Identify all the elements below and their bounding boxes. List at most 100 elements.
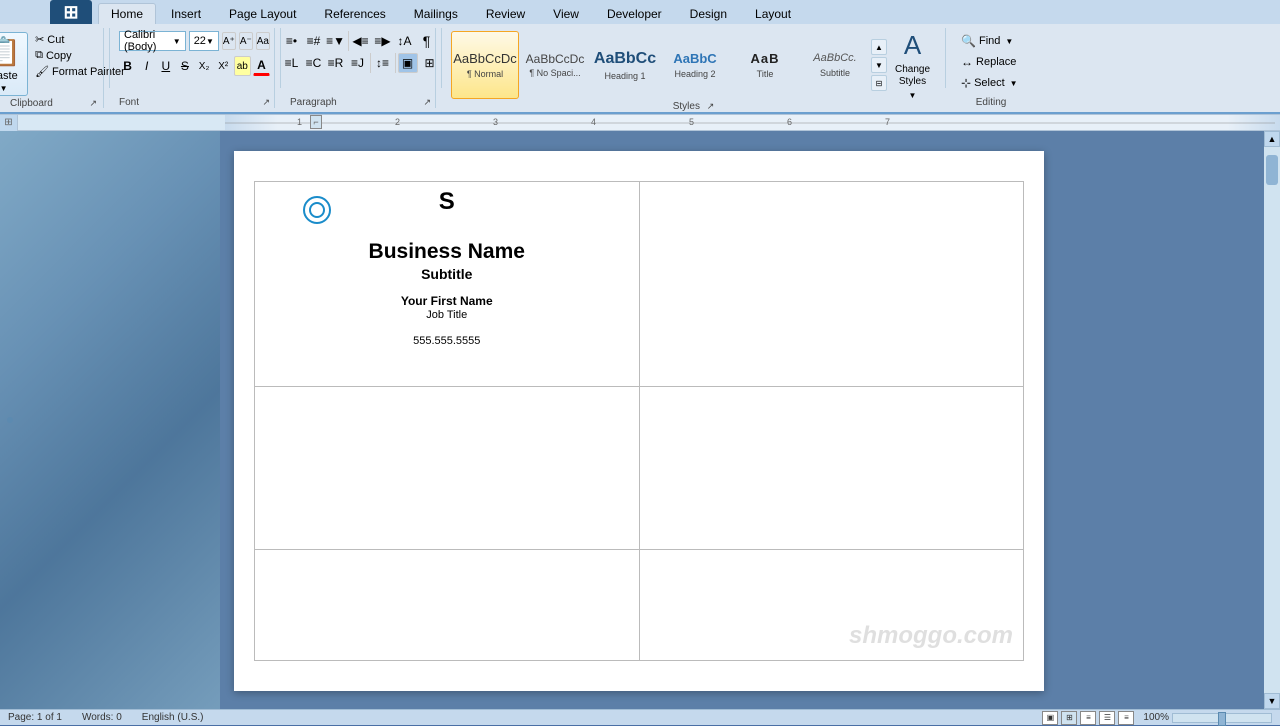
font-content: Calibri (Body) ▼ 22 ▼ A⁺ A⁻ Aa B I U S xyxy=(119,28,270,78)
replace-button[interactable]: ↔ Replace xyxy=(957,53,1025,71)
tab-references[interactable]: References xyxy=(311,3,398,24)
select-button[interactable]: ⊹ Select ▼ xyxy=(957,74,1025,92)
size-dropdown-arrow: ▼ xyxy=(206,37,214,46)
tab-mailings[interactable]: Mailings xyxy=(401,3,471,24)
highlight-button[interactable]: ab xyxy=(234,56,251,76)
style-heading2[interactable]: AaBbC Heading 2 xyxy=(661,31,729,99)
change-styles-arrow: ▼ xyxy=(909,91,917,100)
styles-expand-icon[interactable]: ↗ xyxy=(707,101,715,111)
tab-developer[interactable]: Developer xyxy=(594,3,675,24)
paste-label: Paste xyxy=(0,70,18,82)
ruler-marker-5: 5 xyxy=(689,117,694,127)
tab-home[interactable]: Home xyxy=(98,3,156,24)
show-marks-button[interactable]: ¶ xyxy=(417,31,437,51)
card-phone: 555.555.5555 xyxy=(265,335,629,347)
italic-button[interactable]: I xyxy=(138,56,155,76)
ruler-marker-6: 6 xyxy=(787,117,792,127)
subscript-button[interactable]: X₂ xyxy=(196,56,213,76)
select-icon: ⊹ xyxy=(961,76,971,90)
card-cell-middle-left[interactable] xyxy=(255,386,640,550)
style-h1-label: Heading 1 xyxy=(604,71,645,81)
card-cell-bottom-left[interactable] xyxy=(255,550,640,661)
card-logo-inner xyxy=(309,202,325,218)
line-spacing-button[interactable]: ↕≡ xyxy=(373,53,393,73)
underline-button[interactable]: U xyxy=(157,56,174,76)
bullets-button[interactable]: ≡• xyxy=(282,31,302,51)
tab-page-layout[interactable]: Page Layout xyxy=(216,3,309,24)
web-layout-button[interactable]: ≡ xyxy=(1080,711,1096,725)
font-shrink-button[interactable]: A⁻ xyxy=(239,32,253,50)
paste-dropdown-arrow: ▼ xyxy=(0,84,8,93)
font-family-dropdown[interactable]: Calibri (Body) ▼ xyxy=(119,31,186,51)
align-right-button[interactable]: ≡R xyxy=(326,53,346,73)
watermark: shmoggo.com xyxy=(849,622,1013,650)
card-cell-top-right[interactable] xyxy=(639,182,1024,387)
page-info: Page: 1 of 1 xyxy=(8,712,62,723)
find-arrow: ▼ xyxy=(1005,37,1013,46)
style-heading1[interactable]: AaBbCc Heading 1 xyxy=(591,31,659,99)
style-normal[interactable]: AaBbCcDc ¶ Normal xyxy=(451,31,519,99)
multilevel-button[interactable]: ≡▼ xyxy=(326,31,346,51)
scroll-thumb[interactable] xyxy=(1266,155,1278,185)
styles-scroll-up[interactable]: ▲ xyxy=(871,39,887,55)
indent-more-button[interactable]: ≡▶ xyxy=(373,31,393,51)
tab-insert[interactable]: Insert xyxy=(158,3,214,24)
card-cell-bottom-right[interactable]: shmoggo.com xyxy=(639,550,1024,661)
styles-scroll-down[interactable]: ▼ xyxy=(871,57,887,73)
paste-button[interactable]: 📋 Paste ▼ xyxy=(0,32,28,96)
copy-button[interactable]: ⧉ Copy xyxy=(32,48,128,63)
bold-button[interactable]: B xyxy=(119,56,136,76)
style-title[interactable]: AaB Title xyxy=(731,31,799,99)
font-grow-button[interactable]: A⁺ xyxy=(222,32,236,50)
indent-less-button[interactable]: ◀≡ xyxy=(351,31,371,51)
style-h2-preview: AaBbC xyxy=(673,51,716,67)
page-container[interactable]: S Business Name Subtitle Your First Name… xyxy=(14,131,1264,709)
format-painter-button[interactable]: 🖌 Format Painter xyxy=(32,64,128,79)
tab-stop-indicator[interactable]: ⌐ xyxy=(310,115,322,129)
borders-button[interactable]: ⊞ xyxy=(420,53,440,73)
tab-review[interactable]: Review xyxy=(473,3,538,24)
sort-button[interactable]: ↕A xyxy=(395,31,415,51)
font-size-dropdown[interactable]: 22 ▼ xyxy=(189,31,219,51)
styles-scroll-open[interactable]: ⊟ xyxy=(871,75,887,91)
zoom-slider[interactable] xyxy=(1172,713,1272,723)
find-button[interactable]: 🔍 Find ▼ xyxy=(957,32,1025,50)
cut-button[interactable]: ✂ Cut xyxy=(32,32,128,47)
font-selector-row: Calibri (Body) ▼ 22 ▼ A⁺ A⁻ Aa xyxy=(119,31,270,51)
align-center-button[interactable]: ≡C xyxy=(304,53,324,73)
superscript-button[interactable]: X² xyxy=(215,56,232,76)
outline-button[interactable]: ☰ xyxy=(1099,711,1115,725)
tab-design[interactable]: Design xyxy=(677,3,740,24)
strikethrough-button[interactable]: S xyxy=(176,56,193,76)
para-expand-icon[interactable]: ↗ xyxy=(423,97,431,108)
tab-bar: ⊞ Home Insert Page Layout References Mai… xyxy=(0,0,1280,24)
change-styles-button[interactable]: A ChangeStyles ▼ xyxy=(889,31,936,99)
full-screen-button[interactable]: ⊞ xyxy=(1061,711,1077,725)
font-expand-icon[interactable]: ↗ xyxy=(262,97,270,108)
ruler-corner-button[interactable]: ⊞ xyxy=(0,115,18,131)
scroll-down-button[interactable]: ▼ xyxy=(1264,693,1280,709)
draft-button[interactable]: ≡ xyxy=(1118,711,1134,725)
style-subtitle[interactable]: AaBbCc. Subtitle xyxy=(801,31,869,99)
tab-layout[interactable]: Layout xyxy=(742,3,804,24)
change-case-button[interactable]: Aa xyxy=(256,32,270,50)
clipboard-expand-icon[interactable]: ↗ xyxy=(89,98,97,109)
tab-view[interactable]: View xyxy=(540,3,592,24)
card-cell-middle-right[interactable] xyxy=(639,386,1024,550)
office-button[interactable]: ⊞ xyxy=(50,0,92,24)
select-label: Select xyxy=(974,77,1005,89)
card-row-1: S Business Name Subtitle Your First Name… xyxy=(255,182,1024,387)
bottom-bar: Page: 1 of 1 Words: 0 English (U.S.) ▣ ⊞… xyxy=(0,709,1280,725)
shading-button[interactable]: ▣ xyxy=(398,53,418,73)
print-layout-button[interactable]: ▣ xyxy=(1042,711,1058,725)
scroll-up-button[interactable]: ▲ xyxy=(1264,131,1280,147)
numbering-button[interactable]: ≡# xyxy=(304,31,324,51)
card-cell-main[interactable]: S Business Name Subtitle Your First Name… xyxy=(255,182,640,387)
justify-button[interactable]: ≡J xyxy=(348,53,368,73)
clipboard-group-label: Clipboard ↗ xyxy=(10,98,97,109)
change-styles-icon: A xyxy=(904,30,921,61)
style-no-spacing[interactable]: AaBbCcDc ¶ No Spaci... xyxy=(521,31,589,99)
font-color-button[interactable]: A xyxy=(253,56,270,76)
align-left-button[interactable]: ≡L xyxy=(282,53,302,73)
ruler-marker-7: 7 xyxy=(885,117,890,127)
